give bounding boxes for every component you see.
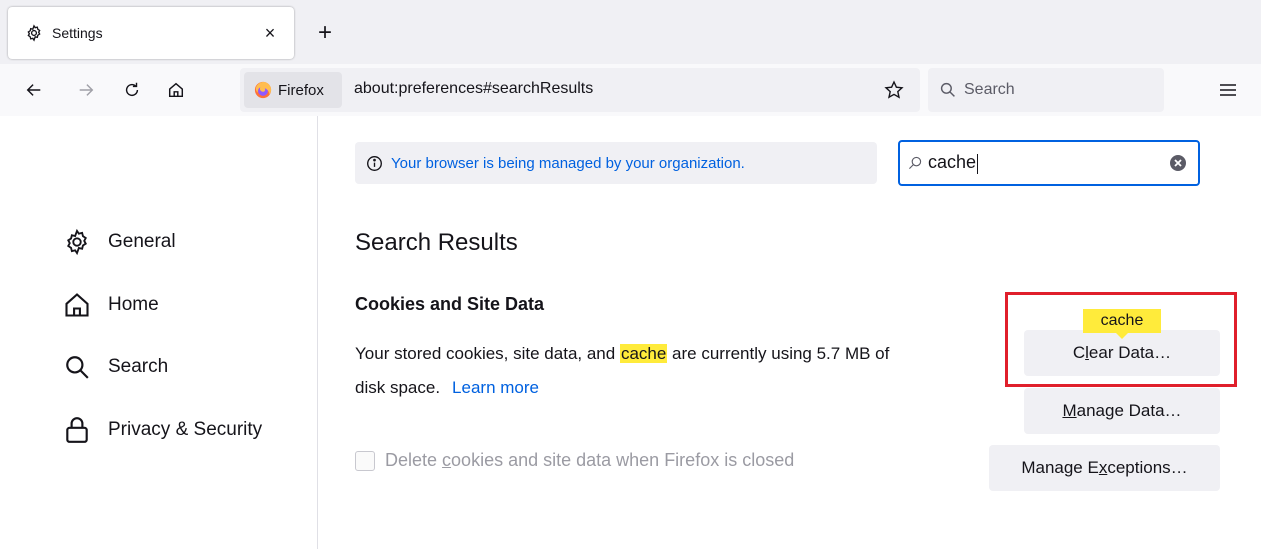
home-button[interactable]: [160, 74, 192, 106]
sidebar-item-label: General: [108, 231, 176, 252]
search-bar[interactable]: Search: [928, 68, 1164, 112]
search-placeholder: Search: [964, 81, 1015, 98]
text-caret: [977, 153, 979, 174]
lock-icon: [62, 415, 92, 445]
clear-search-icon[interactable]: [1168, 153, 1188, 173]
gear-icon: [62, 227, 92, 257]
reload-button[interactable]: [116, 74, 148, 106]
sidebar-item-home[interactable]: Home: [62, 287, 159, 323]
sidebar-item-label: Search: [108, 356, 169, 377]
identity-box[interactable]: Firefox: [244, 72, 342, 108]
tab-title: Settings: [52, 25, 103, 41]
search-query: cache: [928, 152, 977, 173]
preferences-search-input[interactable]: cache: [898, 140, 1200, 186]
cookies-description: Your stored cookies, site data, and cach…: [355, 344, 890, 363]
home-icon: [168, 82, 184, 98]
info-icon: [365, 154, 383, 172]
search-match-tooltip: cache: [1083, 309, 1161, 333]
managed-notice-text[interactable]: Your browser is being managed by your or…: [391, 155, 745, 172]
manage-data-button[interactable]: Manage Data…: [1024, 388, 1220, 434]
preferences-content: General Home Search Privacy & Security Y…: [0, 116, 1261, 549]
sidebar-item-search[interactable]: Search: [62, 349, 168, 385]
forward-button[interactable]: [70, 74, 102, 106]
identity-label: Firefox: [278, 81, 324, 99]
sidebar-item-privacy[interactable]: Privacy & Security: [62, 412, 262, 448]
sidebar-item-label: Home: [108, 294, 159, 315]
tab-settings[interactable]: Settings ×: [8, 7, 294, 59]
arrow-left-icon: [26, 84, 41, 96]
firefox-logo-icon: [254, 81, 272, 99]
hamburger-menu-icon[interactable]: [1216, 78, 1240, 102]
delete-on-close-option[interactable]: Delete cookies and site data when Firefo…: [355, 450, 794, 471]
arrow-right-icon: [79, 84, 94, 96]
bookmark-star-icon[interactable]: [882, 78, 906, 102]
search-highlight: cache: [619, 344, 668, 363]
search-icon: [62, 352, 92, 382]
search-icon: [940, 82, 955, 97]
cookies-description-line2: disk space. Learn more: [355, 378, 539, 397]
sidebar-item-label: Privacy & Security: [108, 419, 263, 440]
reload-icon: [125, 82, 139, 97]
tab-strip: Settings × +: [0, 0, 1261, 64]
delete-on-close-checkbox[interactable]: [355, 450, 375, 471]
checkbox-label: Delete cookies and site data when Firefo…: [385, 450, 795, 470]
page-title: Search Results: [355, 229, 518, 256]
gear-icon: [24, 23, 44, 43]
new-tab-button[interactable]: +: [310, 18, 340, 48]
sidebar-item-general[interactable]: General: [62, 224, 176, 260]
managed-notice[interactable]: Your browser is being managed by your or…: [355, 142, 877, 184]
navigation-toolbar: Firefox about:preferences#searchResults …: [0, 64, 1261, 116]
close-icon[interactable]: ×: [258, 21, 282, 45]
tooltip-pointer: [1115, 332, 1129, 339]
section-title: Cookies and Site Data: [355, 294, 545, 314]
home-icon: [62, 290, 92, 320]
highlight-annotation-box: [1005, 292, 1237, 387]
url-text[interactable]: about:preferences#searchResults: [354, 80, 593, 98]
manage-exceptions-button[interactable]: Manage Ex ceptions…: [989, 445, 1220, 491]
learn-more-link[interactable]: Learn more: [452, 378, 539, 397]
sidebar-divider: [317, 116, 318, 549]
back-button[interactable]: [18, 74, 50, 106]
search-icon: [909, 156, 922, 169]
